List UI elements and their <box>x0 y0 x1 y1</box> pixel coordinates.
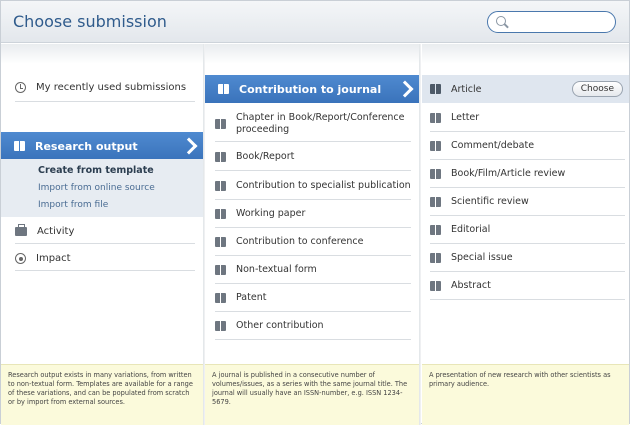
category-activity-label: Activity <box>37 226 75 237</box>
subtype-item-label: Scientific review <box>451 196 529 207</box>
category-impact-label: Impact <box>36 253 71 264</box>
category-research-output-label: Research output <box>35 139 138 153</box>
subtype-item[interactable]: Abstract <box>430 272 625 300</box>
dialog-header: Choose submission <box>1 1 629 43</box>
subtype-item-label: Abstract <box>451 280 491 291</box>
subtype-item[interactable]: Book/Film/Article review <box>430 160 625 188</box>
book-icon <box>215 208 226 219</box>
type-column: Contribution to journal Chapter in Book/… <box>205 44 419 425</box>
category-impact[interactable]: Impact <box>15 247 195 271</box>
create-from-template-link[interactable]: Create from template <box>38 165 154 176</box>
book-icon <box>430 224 441 235</box>
book-icon <box>215 180 226 191</box>
briefcase-icon <box>15 224 27 236</box>
subtype-item-label: Special issue <box>451 252 513 263</box>
type-item[interactable]: Patent <box>215 284 411 312</box>
subtype-article-label: Article <box>451 83 482 95</box>
recent-submissions-label: My recently used submissions <box>36 82 187 93</box>
book-icon <box>430 112 441 123</box>
book-icon <box>430 252 441 263</box>
category-activity[interactable]: Activity <box>15 220 195 244</box>
type-item[interactable]: Working paper <box>215 200 411 228</box>
type-item-label: Contribution to specialist publication <box>236 180 411 191</box>
column-divider <box>419 44 421 425</box>
search-icon <box>496 16 506 26</box>
subtype-item-label: Comment/debate <box>451 140 535 151</box>
book-icon <box>430 140 441 151</box>
book-icon <box>215 320 226 331</box>
type-item-label: Non-textual form <box>236 264 317 275</box>
import-online-source-link[interactable]: Import from online source <box>38 183 155 193</box>
submission-dialog: Choose submission My recently used submi… <box>0 0 630 425</box>
import-from-file-link[interactable]: Import from file <box>38 200 108 210</box>
type-item[interactable]: Non-textual form <box>215 256 411 284</box>
subtype-item[interactable]: Editorial <box>430 216 625 244</box>
category-description: Research output exists in many variation… <box>1 364 203 425</box>
type-item-label: Other contribution <box>236 320 324 331</box>
type-item[interactable]: Chapter in Book/Report/Conference procee… <box>215 106 411 142</box>
book-icon <box>218 84 229 94</box>
book-icon <box>430 168 441 179</box>
dialog-title: Choose submission <box>13 12 167 31</box>
subtype-item[interactable]: Comment/debate <box>430 132 625 160</box>
subtype-item-label: Book/Film/Article review <box>451 168 566 179</box>
column-shade <box>205 44 419 64</box>
category-research-output[interactable]: Research output <box>1 132 203 160</box>
type-contribution-to-journal-label: Contribution to journal <box>239 82 382 96</box>
subtype-column: Article Choose Letter Comment/debate Boo… <box>422 44 629 425</box>
type-item[interactable]: Other contribution <box>215 312 411 340</box>
subtype-item-label: Editorial <box>451 224 491 235</box>
subtype-item[interactable]: Special issue <box>430 244 625 272</box>
subtype-item-label: Letter <box>451 112 480 123</box>
book-icon <box>430 84 441 94</box>
type-item-label: Working paper <box>236 208 306 219</box>
book-icon <box>215 236 226 247</box>
book-icon <box>215 264 226 275</box>
research-output-options: Create from template Import from online … <box>1 159 203 217</box>
type-item-label: Contribution to conference <box>236 236 364 247</box>
category-column: My recently used submissions Research ou… <box>1 44 203 425</box>
subtype-item[interactable]: Letter <box>430 104 625 132</box>
book-icon <box>14 141 25 151</box>
book-icon <box>215 292 226 303</box>
type-contribution-to-journal[interactable]: Contribution to journal <box>205 75 419 103</box>
book-icon <box>430 280 441 291</box>
type-item[interactable]: Book/Report <box>215 143 411 171</box>
choose-button[interactable]: Choose <box>571 81 623 97</box>
book-icon <box>215 118 226 129</box>
subtype-item[interactable]: Scientific review <box>430 188 625 216</box>
type-item[interactable]: Contribution to specialist publication <box>215 172 411 200</box>
column-shade <box>1 44 203 64</box>
subtype-description: A presentation of new research with othe… <box>422 364 629 425</box>
search-input[interactable] <box>514 15 610 29</box>
chevron-right-icon <box>399 80 413 98</box>
target-icon <box>15 253 26 264</box>
column-shade <box>422 44 629 64</box>
type-item-label: Patent <box>236 292 267 303</box>
type-item-label: Book/Report <box>236 151 295 162</box>
search-box[interactable] <box>487 11 616 33</box>
recent-submissions-item[interactable]: My recently used submissions <box>15 80 195 102</box>
subtype-article[interactable]: Article Choose <box>422 75 629 103</box>
type-item[interactable]: Contribution to conference <box>215 228 411 256</box>
book-icon <box>215 151 226 162</box>
book-icon <box>430 196 441 207</box>
type-item-label: Chapter in Book/Report/Conference procee… <box>236 111 405 135</box>
chevron-right-icon <box>183 137 197 155</box>
type-description: A journal is published in a consecutive … <box>205 364 419 425</box>
clock-icon <box>15 82 26 93</box>
